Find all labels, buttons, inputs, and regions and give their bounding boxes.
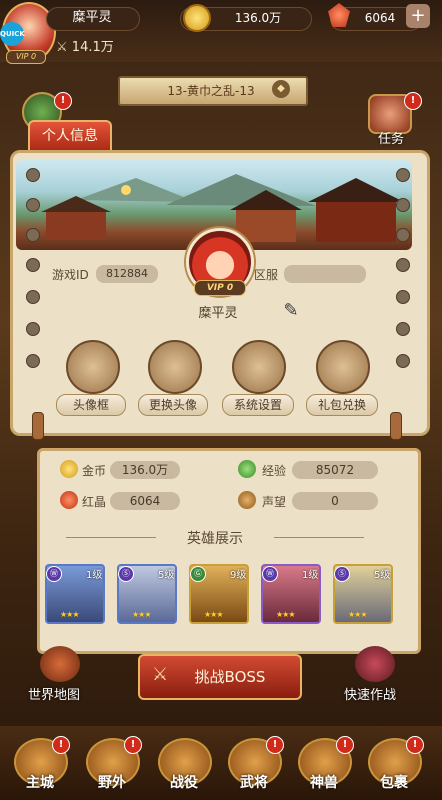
- nav-alert-badge: !: [124, 736, 142, 754]
- crossed-swords-icon: ⚔: [152, 664, 169, 685]
- quick-battle-icon[interactable]: [355, 646, 395, 682]
- tab-personal-info[interactable]: 个人信息: [28, 120, 112, 154]
- gold-label: 金币: [82, 464, 107, 478]
- fame-label: 声望: [262, 495, 287, 509]
- quick-button[interactable]: QUICK: [0, 22, 25, 46]
- panel-rivet: [396, 198, 410, 212]
- hero-showcase-title: 英雄展示: [187, 531, 243, 547]
- panel-rivet: [26, 258, 40, 272]
- nav-bag[interactable]: 包裹: [364, 772, 424, 792]
- exp-potion-icon: [238, 460, 256, 478]
- combat-power-value: 14.1万: [71, 40, 114, 55]
- game-id-label: 游戏ID: [52, 268, 89, 282]
- hero-level: 5级: [158, 570, 175, 581]
- panel-rivet: [396, 322, 410, 336]
- panel-rivet: [26, 198, 40, 212]
- task-label: 任务: [378, 132, 405, 147]
- fame-icon: [238, 491, 256, 509]
- nav-field[interactable]: 野外: [82, 772, 142, 792]
- star-rating: ★★★: [132, 610, 151, 619]
- gold-coin-icon: [183, 4, 211, 32]
- swords-icon: ⚔: [56, 40, 68, 55]
- panel-rivet: [396, 228, 410, 242]
- panel-rivet: [396, 168, 410, 182]
- vip-badge-large: VIP 0: [194, 280, 246, 296]
- quick-battle-label[interactable]: 快速作战: [344, 684, 396, 703]
- panel-rivet: [26, 168, 40, 182]
- hero-portrait-icon[interactable]: [148, 340, 202, 394]
- divider: [274, 537, 364, 538]
- panel-rivet: [26, 354, 40, 368]
- server-label: 区服: [254, 268, 279, 282]
- task-alert-badge: !: [404, 92, 422, 110]
- nav-main-city[interactable]: 主城: [10, 772, 70, 792]
- faction-icon: Ⓦ: [262, 566, 278, 582]
- avatar-frame-button[interactable]: 头像框: [56, 394, 126, 416]
- panel-rivet: [26, 322, 40, 336]
- star-rating: ★★★: [276, 610, 295, 619]
- nav-beast[interactable]: 神兽: [294, 772, 354, 792]
- panel-rivet: [26, 228, 40, 242]
- vip-badge: VIP 0: [6, 50, 46, 64]
- fame-value: 0: [292, 492, 378, 510]
- gold-value: 136.0万: [110, 461, 180, 479]
- gold-coin-icon: [60, 460, 78, 478]
- divider: [66, 537, 156, 538]
- nav-generals[interactable]: 武将: [224, 772, 284, 792]
- ruby-value: 6064: [110, 492, 180, 510]
- wrench-icon[interactable]: [232, 340, 286, 394]
- hero-level: 1级: [86, 570, 103, 581]
- system-settings-button[interactable]: 系统设置: [222, 394, 294, 416]
- ruby-label: 红晶: [82, 495, 107, 509]
- challenge-boss-label: 挑战BOSS: [194, 668, 266, 686]
- hero-level: 9级: [230, 570, 247, 581]
- nav-alert-badge: !: [336, 736, 354, 754]
- nav-campaign[interactable]: 战役: [154, 772, 214, 792]
- panel-rivet: [396, 258, 410, 272]
- nav-alert-badge: !: [406, 736, 424, 754]
- combat-power: ⚔ 14.1万: [56, 36, 114, 55]
- game-id-value: 812884: [96, 265, 158, 283]
- world-map-label[interactable]: 世界地图: [28, 684, 80, 703]
- panel-rivet: [396, 354, 410, 368]
- faction-icon: Ⓖ: [190, 566, 206, 582]
- alert-badge: !: [54, 92, 72, 110]
- change-avatar-button[interactable]: 更换头像: [138, 394, 208, 416]
- gift-bag-icon[interactable]: [316, 340, 370, 394]
- faction-icon: Ⓢ: [118, 566, 134, 582]
- panel-rivet: [396, 290, 410, 304]
- faction-icon: Ⓢ: [334, 566, 350, 582]
- scroll-rod-right: [390, 412, 402, 440]
- faction-icon: Ⓦ: [46, 566, 62, 582]
- star-rating: ★★★: [60, 610, 79, 619]
- panel-rivet: [26, 290, 40, 304]
- star-rating: ★★★: [348, 610, 367, 619]
- edit-name-icon[interactable]: ✎: [280, 300, 302, 322]
- nav-alert-badge: !: [52, 736, 70, 754]
- gift-redeem-button[interactable]: 礼包兑换: [306, 394, 378, 416]
- stage-arrow-icon[interactable]: ◆: [272, 80, 290, 98]
- server-value: [284, 265, 366, 283]
- player-name: 糜平灵: [198, 306, 238, 321]
- star-rating: ★★★: [204, 610, 223, 619]
- hero-level: 5级: [374, 570, 391, 581]
- hero-level: 1级: [302, 570, 319, 581]
- add-ruby-button[interactable]: +: [406, 4, 430, 28]
- ruby-value-top: 6064: [364, 11, 396, 25]
- gold-value-top: 136.0万: [234, 11, 282, 25]
- world-map-icon[interactable]: [40, 646, 80, 682]
- ruby-icon: [60, 491, 78, 509]
- exp-label: 经验: [262, 464, 287, 478]
- exp-value: 85072: [292, 461, 378, 479]
- scroll-rod-left: [32, 412, 44, 440]
- player-name-top: 糜平灵: [72, 10, 112, 25]
- scroll-frame-icon[interactable]: [66, 340, 120, 394]
- nav-alert-badge: !: [266, 736, 284, 754]
